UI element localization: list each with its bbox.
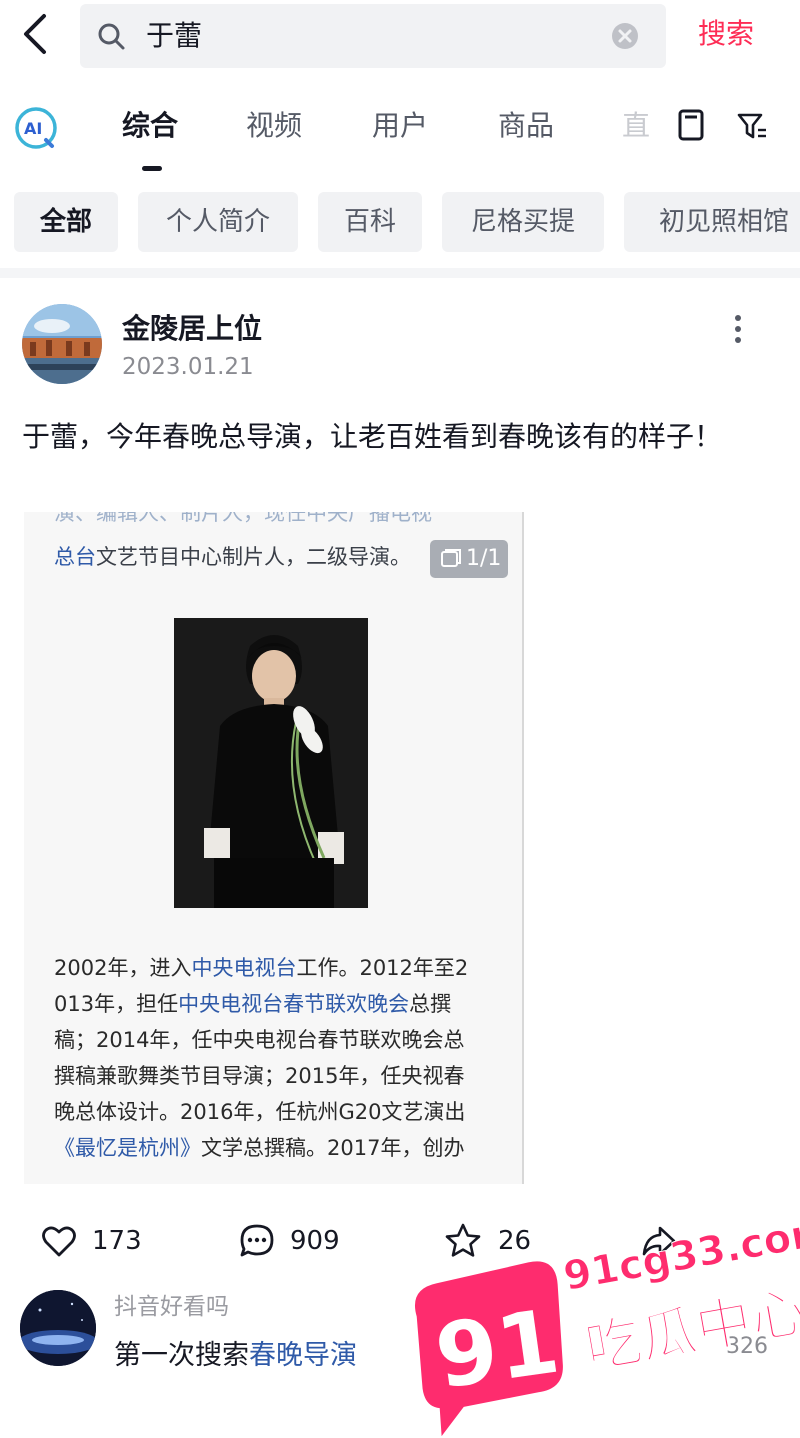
- svg-text:AI: AI: [24, 119, 42, 138]
- search-icon: [98, 23, 125, 50]
- image-page-count: 1/1: [466, 546, 502, 571]
- chip-all[interactable]: 全部: [14, 192, 118, 252]
- search-query: 于蕾: [146, 19, 203, 52]
- image-top-link: 总台: [54, 545, 96, 569]
- bio-line: 稿；2014年，任中央电视台春节联欢晚会总: [54, 1022, 494, 1058]
- svg-text:吃瓜中心: 吃瓜中心: [580, 1279, 800, 1382]
- image-bio-text: 2002年，进入中央电视台工作。2012年至2 013年，担任中央电视台春节联欢晚…: [54, 950, 494, 1166]
- image-top-text-cut: 演、编辑人、制片人，现任中央广播电视: [54, 512, 432, 525]
- post-image[interactable]: 演、编辑人、制片人，现任中央广播电视 总台文艺节目中心制片人，二级导演。 1/1…: [24, 512, 524, 1184]
- author-avatar[interactable]: [22, 304, 102, 384]
- search-button[interactable]: 搜索: [698, 14, 754, 54]
- related-avatar[interactable]: [20, 1290, 96, 1366]
- like-icon[interactable]: [40, 1222, 78, 1260]
- bio-text-segment: 013年，担任: [54, 992, 179, 1016]
- tab-video[interactable]: 视频: [246, 106, 302, 146]
- back-arrow-icon[interactable]: [14, 10, 58, 58]
- image-page-badge: 1/1: [430, 540, 508, 578]
- filter-icon[interactable]: [736, 110, 768, 142]
- like-count: 173: [92, 1226, 142, 1256]
- chip-nigmat[interactable]: 尼格买提: [442, 192, 604, 252]
- tab-products[interactable]: 商品: [498, 106, 554, 146]
- related-title-prefix: 第一次搜索: [114, 1340, 249, 1371]
- bio-line: 晚总体设计。2016年，任杭州G20文艺演出: [54, 1094, 494, 1130]
- image-top-rest: 文艺节目中心制片人，二级导演。: [96, 545, 411, 569]
- author-name[interactable]: 金陵居上位: [122, 310, 262, 348]
- image-stack-icon: [441, 549, 461, 567]
- tab-live[interactable]: 直: [622, 106, 650, 146]
- search-input[interactable]: 于蕾: [80, 4, 666, 68]
- ai-search-icon[interactable]: AI: [12, 104, 60, 152]
- active-tab-indicator: [142, 166, 162, 171]
- bio-link: 《最忆是杭州》: [54, 1136, 201, 1160]
- tablet-icon[interactable]: [676, 108, 706, 142]
- image-top-text: 总台文艺节目中心制片人，二级导演。: [54, 542, 484, 572]
- post-text: 于蕾，今年春晚总导演，让老百姓看到春晚该有的样子！: [22, 420, 723, 453]
- bio-line: 撰稿兼歌舞类节目导演；2015年，任央视春: [54, 1058, 494, 1094]
- clear-icon[interactable]: [610, 21, 640, 51]
- bio-line: 2002年，进入中央电视台工作。2012年至2: [54, 950, 494, 986]
- related-title-highlight: 春晚导演: [249, 1340, 357, 1371]
- tab-comprehensive[interactable]: 综合: [122, 106, 178, 146]
- post-date: 2023.01.21: [122, 354, 254, 380]
- bio-text-segment: 稿；2014年，任中央电视台春节联欢晚会总: [54, 1028, 465, 1052]
- comment-icon[interactable]: [238, 1222, 276, 1260]
- section-divider: [0, 268, 800, 278]
- tab-users[interactable]: 用户: [372, 106, 428, 146]
- bio-link: 中央电视台春节联欢晚会: [178, 992, 410, 1016]
- category-tabs: AI 综合 视频 用户 商品 直: [0, 88, 800, 178]
- related-title[interactable]: 第一次搜索春晚导演: [114, 1336, 357, 1376]
- svg-text:91: 91: [429, 1290, 565, 1409]
- comment-count: 909: [290, 1226, 340, 1256]
- search-bar: 于蕾 搜索: [0, 0, 800, 72]
- more-options-icon[interactable]: [726, 312, 750, 346]
- chip-baike[interactable]: 百科: [318, 192, 422, 252]
- filter-chips: 全部 个人简介 百科 尼格买提 初见照相馆: [0, 192, 800, 256]
- bio-text-segment: 文学总撰稿。2017年，创办: [201, 1136, 465, 1160]
- bio-line: 013年，担任中央电视台春节联欢晚会总撰: [54, 986, 494, 1022]
- chip-profile[interactable]: 个人简介: [138, 192, 298, 252]
- bio-line: 《最忆是杭州》文学总撰稿。2017年，创办: [54, 1130, 494, 1166]
- chip-photo-studio[interactable]: 初见照相馆: [624, 192, 800, 252]
- bio-link: 中央电视台: [191, 956, 297, 980]
- bio-text-segment: 总撰: [409, 992, 452, 1016]
- bio-text-segment: 2002年，进入: [54, 956, 192, 980]
- bio-text-segment: 撰稿兼歌舞类节目导演；2015年，任央视春: [54, 1064, 465, 1088]
- related-source: 抖音好看吗: [114, 1294, 229, 1320]
- bio-text-segment: 晚总体设计。2016年，任杭州G20文艺演出: [54, 1100, 466, 1124]
- site-watermark-logo: 91cg33.com 91 吃瓜中心: [414, 1207, 800, 1437]
- portrait-photo: [174, 618, 368, 908]
- bio-text-segment: 工作。2012年至2: [296, 956, 469, 980]
